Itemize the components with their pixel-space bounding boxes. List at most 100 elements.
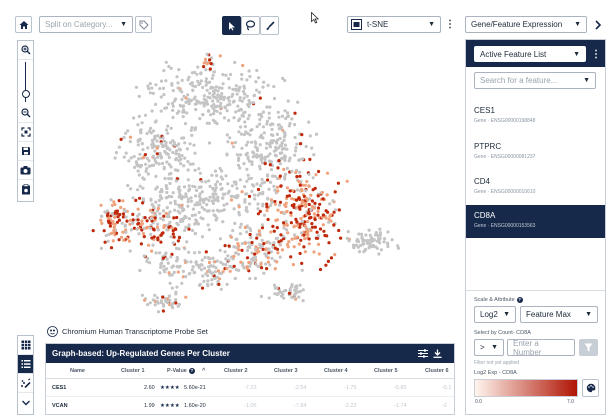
zoom-slider[interactable]: [18, 60, 33, 104]
cell-point: [209, 113, 213, 117]
cell-point: [282, 135, 286, 139]
table-row[interactable]: VCAN 1.99 ★★★★ 1.60e-20 -1.06 -7.84 -2.2…: [46, 397, 454, 414]
feature-item-ptprc[interactable]: PTPRC Gene · ENSG00000081237: [466, 136, 605, 170]
cell-point: [117, 199, 121, 203]
cell-point: [186, 204, 190, 208]
cell-point: [168, 220, 172, 224]
cell-point: [211, 256, 215, 260]
cell-point: [240, 99, 244, 103]
column-header-name[interactable]: Name: [70, 363, 85, 378]
cell-point: [345, 179, 349, 183]
cell-point: [346, 230, 350, 234]
cell-point: [234, 180, 238, 184]
cell-point: [260, 238, 264, 242]
feature-search-input[interactable]: Search for a feature... ▼: [474, 72, 596, 89]
cell-point: [378, 241, 382, 245]
list-view-button[interactable]: [18, 355, 33, 374]
zoom-out-button[interactable]: [18, 104, 33, 123]
color-palette-button[interactable]: [582, 379, 599, 397]
column-header-cluster-1[interactable]: Cluster 1: [121, 363, 145, 378]
column-header-p-value-wrap[interactable]: P-Value ? ^: [167, 363, 205, 378]
cell-point: [298, 174, 302, 178]
cell-point: [241, 89, 246, 94]
column-header-cluster-3[interactable]: Cluster 3: [274, 363, 298, 378]
cell-point: [122, 155, 126, 159]
cell-point: [181, 269, 185, 273]
feature-item-cd8a[interactable]: CD8A Gene · ENSG00000153563: [466, 205, 605, 238]
cell-point: [194, 218, 198, 222]
expand-panel-button[interactable]: [589, 16, 606, 33]
help-icon[interactable]: ?: [516, 297, 523, 303]
cell-point: [114, 151, 119, 155]
tsne-scatter-plot[interactable]: [38, 42, 462, 340]
cell-point: [267, 111, 271, 115]
select-tool-button[interactable]: [222, 16, 241, 35]
cell-point: [208, 184, 212, 188]
feature-list-select[interactable]: Active Feature List ▼: [474, 46, 586, 62]
grid-view-button[interactable]: [18, 336, 33, 355]
cell-point: [285, 166, 289, 170]
operator-select[interactable]: > ▼: [474, 339, 504, 356]
cell-point: [285, 194, 289, 198]
cell-point: [279, 210, 283, 215]
cell-point: [142, 235, 146, 239]
cluster-tool-button[interactable]: [18, 374, 33, 393]
cell-point: [199, 197, 203, 201]
brush-tool-button[interactable]: [260, 16, 279, 35]
snapshot-button[interactable]: [18, 161, 33, 180]
help-icon[interactable]: ?: [188, 367, 195, 374]
feature-item-ces1[interactable]: CES1 Gene · ENSG00000198848: [466, 100, 605, 134]
cell-point: [250, 189, 254, 193]
split-category-select[interactable]: Split on Category... ▼: [39, 16, 133, 33]
cell-point: [214, 85, 218, 89]
scale-value: Log2: [480, 310, 498, 319]
home-button[interactable]: [15, 16, 32, 33]
column-header-cluster-6[interactable]: Cluster 6: [425, 363, 449, 378]
table-row[interactable]: CES1 2.60 ★★★★ 5.60e-21 -7.23 -2.54 -1.7…: [46, 379, 454, 397]
attribute-select[interactable]: Feature Max ▼: [520, 306, 598, 323]
feature-list-more-icon[interactable]: ⋮: [591, 46, 601, 62]
column-header-cluster-4[interactable]: Cluster 4: [324, 363, 348, 378]
screenshot-menu-button[interactable]: [18, 180, 33, 199]
zoom-slider-handle[interactable]: [21, 90, 30, 98]
fit-view-button[interactable]: [18, 123, 33, 142]
cell-point: [160, 261, 164, 265]
mode-select[interactable]: Gene/Feature Expression ▼: [465, 16, 587, 33]
cell-point: [149, 126, 153, 130]
cell-point: [293, 111, 297, 115]
collapse-button[interactable]: [18, 393, 33, 412]
zoom-in-button[interactable]: [18, 41, 33, 60]
cell-point: [329, 256, 334, 260]
count-number-input[interactable]: Enter a Number: [507, 339, 575, 357]
cell-point: [313, 201, 317, 205]
cell-point: [207, 260, 211, 265]
cell-point: [313, 217, 317, 221]
tag-button[interactable]: [135, 16, 152, 33]
cell-point: [228, 72, 233, 77]
column-header-cluster-2[interactable]: Cluster 2: [224, 363, 248, 378]
cell-point: [367, 228, 371, 232]
chevron-down-icon: ▼: [503, 311, 510, 318]
cell-point: [186, 160, 190, 164]
projection-more-icon[interactable]: ⋮: [445, 16, 455, 33]
cell-point: [148, 91, 152, 95]
apply-filter-button[interactable]: [579, 339, 598, 356]
cell-point: [251, 101, 256, 105]
cell-point: [143, 298, 147, 302]
table-settings-icon[interactable]: [418, 344, 428, 363]
projection-select[interactable]: t-SNE ▼: [347, 16, 441, 33]
feature-item-cd4[interactable]: CD4 Gene · ENSG00000010610: [466, 171, 605, 205]
save-button[interactable]: [18, 142, 33, 161]
cell-point: [173, 208, 177, 212]
cell-point: [195, 99, 199, 103]
sort-ascending-icon[interactable]: ^: [202, 368, 206, 374]
cell-point: [243, 241, 247, 245]
cell-point: [282, 167, 286, 171]
cell-point: [271, 224, 275, 228]
lasso-tool-button[interactable]: [241, 16, 260, 35]
download-icon[interactable]: [433, 344, 442, 363]
scale-select[interactable]: Log2 ▼: [474, 306, 516, 323]
cell-point: [170, 226, 174, 230]
cell-point: [260, 226, 265, 230]
column-header-cluster-5[interactable]: Cluster 5: [374, 363, 398, 378]
